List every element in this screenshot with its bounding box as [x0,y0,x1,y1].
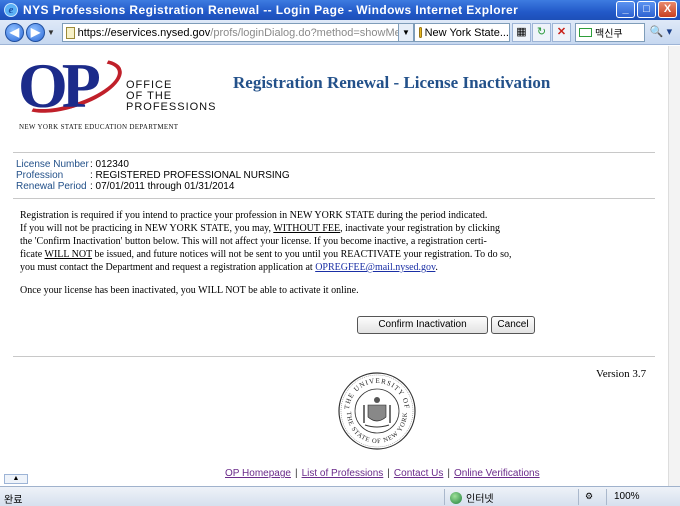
footer-separator: | [294,468,298,479]
instruction-text: ficate [20,249,45,260]
stop-icon[interactable]: ✕ [552,23,571,42]
profession-value: : REGISTERED PROFESSIONAL NURSING [90,170,290,181]
divider-info [13,198,655,199]
search-input[interactable]: 맥신쿠 [575,23,645,42]
status-bar: 완료 인터넷 ⚙ 100% [0,486,680,506]
license-number-row: License Number : 012340 [16,159,290,170]
window-controls: _ □ X [616,1,677,18]
logo-text: OFFICE OF THE PROFESSIONS [126,80,216,113]
without-fee-text: WITHOUT FEE [273,223,341,234]
footer-links: OP Homepage | List of Professions | Contact … [225,468,540,479]
security-zone[interactable]: 인터넷 [450,490,494,505]
zoom-level[interactable]: 100% [614,491,640,502]
instruction-line-5: you must contact the Department and requ… [20,261,640,274]
confirm-inactivation-button[interactable]: Confirm Inactivation [357,316,488,334]
license-number-label: License Number [16,159,89,170]
instruction-text: . [435,262,438,273]
list-of-professions-link[interactable]: List of Professions [302,468,384,479]
will-not-text: WILL NOT [44,249,93,260]
url-dropdown-icon[interactable]: ▼ [398,23,414,42]
renewal-period-row: Renewal Period : 07/01/2011 through 01/3… [16,181,290,192]
url-path: /profs/loginDialog.do?method=showMenu [210,26,413,39]
scroll-top-button[interactable]: ▲ [4,474,28,484]
instruction-text: you must contact the Department and requ… [20,262,316,273]
refresh-icon[interactable]: ↻ [532,23,551,42]
zone-label: 인터넷 [466,494,494,505]
back-arrow-icon[interactable]: ◀ [5,23,24,42]
page-content: OP OFFICE OF THE PROFESSIONS NEW YORK ST… [0,46,668,486]
ie-logo-icon: e [4,3,18,17]
profession-row: Profession : REGISTERED PROFESSIONAL NUR… [16,170,290,181]
license-number-value: : 012340 [90,159,129,170]
page-icon [66,26,75,39]
inactivation-instructions: Registration is required if you intend t… [20,209,640,274]
renewal-period-value: : 07/01/2011 through 01/31/2014 [90,181,235,192]
university-seal-icon: THE UNIVERSITY OF THE STATE OF NEW YORK [338,372,416,450]
vertical-scrollbar[interactable] [668,46,680,486]
maximize-button[interactable]: □ [637,1,656,18]
search-icon[interactable]: 🔍 ▾ [648,23,674,42]
minimize-button[interactable]: _ [616,1,635,18]
status-divider [444,489,445,505]
status-divider [606,489,607,505]
close-button[interactable]: X [658,1,677,18]
globe-icon [450,491,462,504]
window-title-bar: e NYS Professions Registration Renewal -… [0,0,680,20]
status-text: 완료 [4,495,23,506]
cancel-button[interactable]: Cancel [491,316,535,334]
footer-separator: | [387,468,390,479]
profession-label: Profession [16,170,64,181]
instruction-line-1: Registration is required if you intend t… [20,210,488,221]
protected-mode-icon[interactable]: ⚙ [585,491,593,502]
search-provider-icon [579,28,592,37]
instruction-text: be issued, and future notices will not b… [92,249,512,260]
window-title: NYS Professions Registration Renewal -- … [23,3,519,17]
search-text: 맥신쿠 [595,29,623,40]
status-divider [578,489,579,505]
instruction-line-2: If you will not be practicing in NEW YOR… [20,222,640,235]
op-homepage-link[interactable]: OP Homepage [225,468,291,479]
url-protocol: https:// [77,26,111,39]
url-input[interactable]: https://eservices.nysed.gov/profs/loginD… [62,23,414,42]
license-info: License Number : 012340 Profession : REG… [16,159,290,192]
version-label: Version 3.7 [596,368,647,380]
certificate-label: New York State... [424,26,509,39]
online-verifications-link[interactable]: Online Verifications [454,468,540,479]
instruction-line-3: the 'Confirm Inactivation' button below.… [20,236,487,247]
logo-line-3: PROFESSIONS [126,101,217,113]
instruction-line-4: ficate WILL NOT be issued, and future no… [20,248,640,261]
email-link[interactable]: OPREGFEE@mail.nysed.gov [315,262,435,273]
instruction-text: , inactivate your registration by clicki… [340,223,501,234]
office-of-professions-logo: OP OFFICE OF THE PROFESSIONS NEW YORK ST… [11,48,215,131]
security-certificate-button[interactable]: New York State... [414,23,510,42]
lock-icon [419,27,422,38]
divider-top [13,152,655,153]
divider-bottom [13,356,655,357]
logo-letters: OP [18,50,101,121]
instruction-text: If you will not be practicing in NEW YOR… [20,223,274,234]
inactivation-warning: Once your license has been inactivated, … [20,285,359,296]
footer-separator: | [447,468,450,479]
history-dropdown-icon[interactable]: ▼ [47,28,55,37]
renewal-period-label: Renewal Period [16,181,87,192]
compatibility-view-icon[interactable]: ▦ [512,23,531,42]
forward-arrow-icon[interactable]: ▶ [26,23,45,42]
page-title: Registration Renewal - License Inactivat… [233,73,551,92]
url-host: eservices.nysed.gov [110,26,211,39]
logo-department: NEW YORK STATE EDUCATION DEPARTMENT [19,123,179,131]
address-toolbar: ◀ ▶ ▼ https://eservices.nysed.gov/profs/… [0,20,680,45]
contact-us-link[interactable]: Contact Us [394,468,443,479]
